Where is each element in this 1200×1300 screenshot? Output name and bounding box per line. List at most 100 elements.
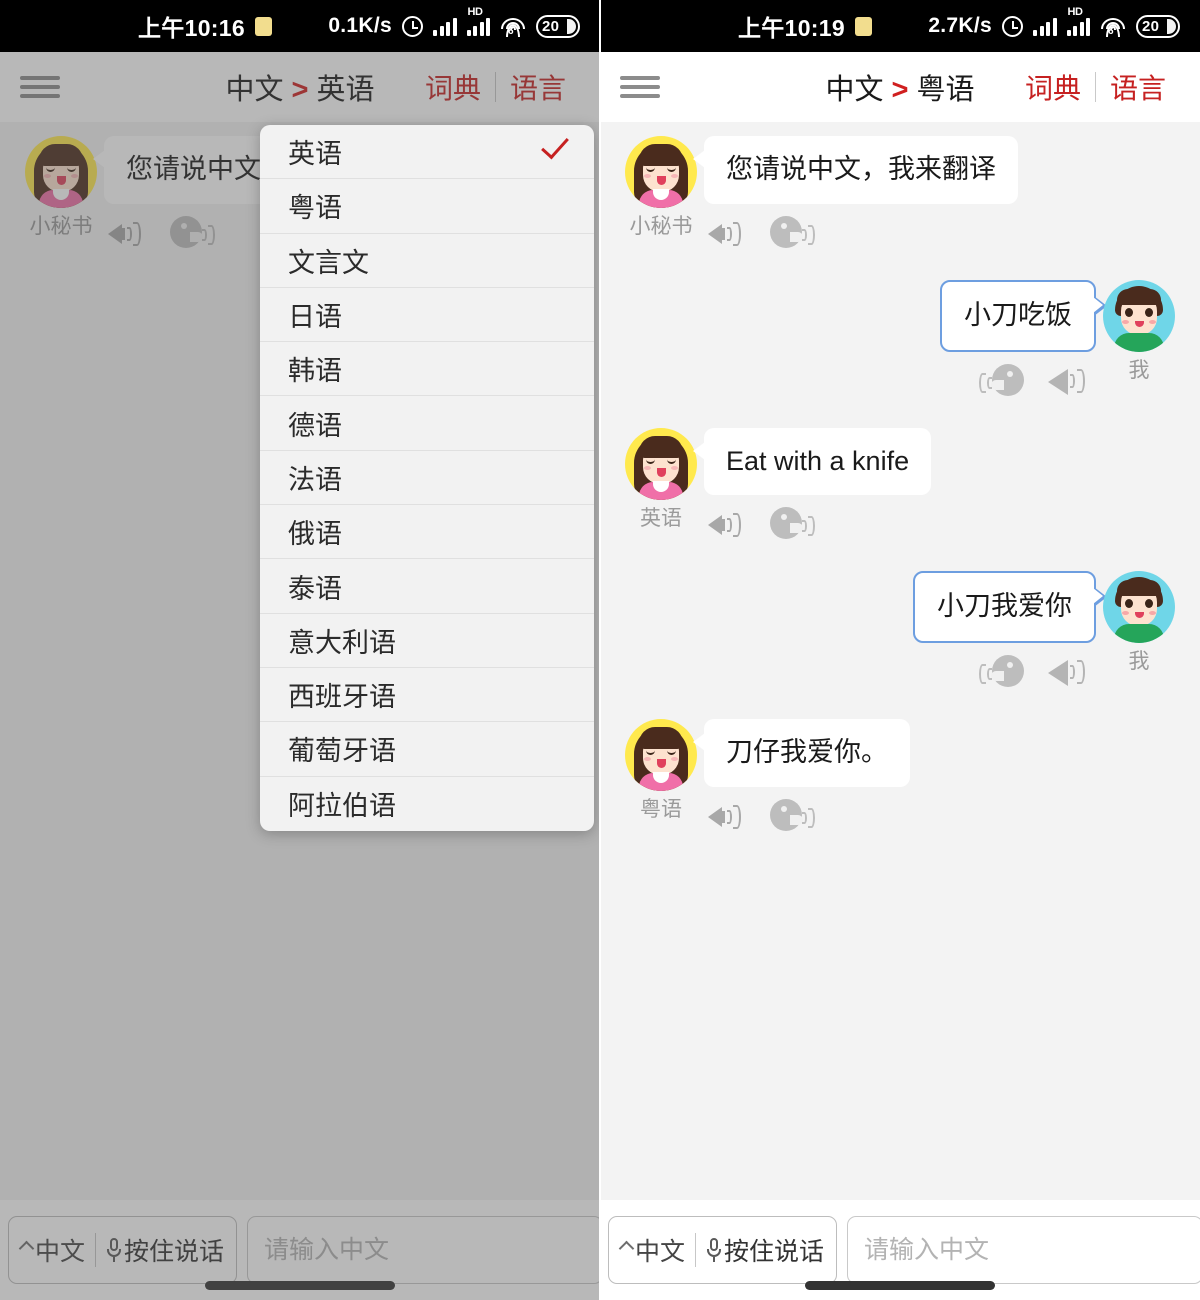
status-left-group: 上午10:16 bbox=[138, 9, 272, 43]
avatar[interactable] bbox=[625, 719, 697, 791]
right-phone-panel: 上午10:19 2.7K/s HD 6 20 中文 > 粤语 词典 语言 小秘书… bbox=[600, 0, 1200, 1300]
avatar[interactable] bbox=[1103, 571, 1175, 644]
battery-icon: 20 bbox=[1136, 14, 1180, 38]
network-speed: 2.7K/s bbox=[928, 14, 992, 37]
message-controls bbox=[704, 505, 931, 545]
dropdown-item[interactable]: 英语 bbox=[260, 125, 594, 180]
alarm-icon bbox=[402, 15, 423, 37]
microphone-icon bbox=[706, 1238, 721, 1262]
dropdown-item[interactable]: 德语 bbox=[260, 396, 594, 451]
chat-message-row: 粤语 刀仔我爱你。 bbox=[618, 719, 1182, 837]
bubble-column: 小刀我爱你 bbox=[913, 571, 1107, 693]
home-indicator bbox=[805, 1281, 995, 1290]
wifi-icon: 6 bbox=[500, 16, 526, 37]
hd-signal-icon: HD bbox=[466, 6, 490, 36]
arrow-icon: > bbox=[891, 74, 909, 106]
dropdown-item-label: 粤语 bbox=[288, 193, 342, 224]
dropdown-item[interactable]: 日语 bbox=[260, 288, 594, 343]
dropdown-item-label: 法语 bbox=[288, 464, 342, 495]
dropdown-item-label: 韩语 bbox=[288, 356, 342, 387]
hd-label: HD bbox=[1067, 6, 1083, 18]
hold-to-talk-button[interactable]: 按住说话 bbox=[706, 1232, 824, 1268]
dropdown-item[interactable]: 文言文 bbox=[260, 234, 594, 288]
message-controls bbox=[704, 214, 1018, 254]
play-audio-icon[interactable] bbox=[1048, 655, 1092, 691]
right-input-bar: 中文 按住说话 翻译 bbox=[600, 1200, 1200, 1300]
message-controls bbox=[972, 653, 1096, 693]
speaker-icon[interactable] bbox=[708, 800, 746, 834]
chevron-up-icon bbox=[618, 1240, 635, 1257]
right-header: 中文 > 粤语 词典 语言 bbox=[600, 52, 1200, 122]
dropdown-item-label: 日语 bbox=[288, 302, 342, 333]
speaker-name: 英语 bbox=[640, 506, 682, 530]
speak-face-icon[interactable] bbox=[768, 507, 818, 543]
dropdown-item[interactable]: 阿拉伯语 bbox=[260, 777, 594, 831]
panel-divider bbox=[599, 0, 601, 1300]
left-status-bar: 上午10:16 0.1K/s HD 6 20 bbox=[0, 0, 600, 52]
message-bubble[interactable]: 小刀我爱你 bbox=[913, 571, 1107, 643]
dropdown-item-label: 意大利语 bbox=[288, 627, 396, 658]
battery-icon: 20 bbox=[536, 14, 580, 38]
speak-face-icon[interactable] bbox=[976, 363, 1026, 400]
status-clock: 上午10:16 bbox=[138, 15, 245, 41]
dictionary-button[interactable]: 词典 bbox=[1011, 67, 1095, 107]
status-right-group: 0.1K/s HD 6 20 bbox=[328, 6, 580, 38]
right-chat-list: 小秘书 您请说中文，我来翻译 小刀吃饭 我 英语 Eat with a knif… bbox=[600, 122, 1200, 1200]
input-language-label: 中文 bbox=[635, 1238, 686, 1266]
dropdown-item[interactable]: 葡萄牙语 bbox=[260, 722, 594, 777]
dropdown-item[interactable]: 粤语 bbox=[260, 179, 594, 234]
speaker-name: 我 bbox=[1128, 358, 1150, 382]
speaker-icon[interactable] bbox=[708, 508, 746, 542]
alarm-icon bbox=[1002, 15, 1023, 37]
dropdown-item[interactable]: 意大利语 bbox=[260, 614, 594, 668]
avatar-column: 我 bbox=[1096, 279, 1182, 402]
message-bubble[interactable]: 小刀吃饭 bbox=[940, 279, 1107, 352]
network-speed: 0.1K/s bbox=[328, 14, 392, 37]
speak-face-icon[interactable] bbox=[768, 215, 818, 252]
message-bubble[interactable]: 您请说中文，我来翻译 bbox=[693, 136, 1018, 204]
avatar[interactable] bbox=[625, 427, 697, 500]
hamburger-icon[interactable] bbox=[620, 73, 660, 101]
input-language-selector[interactable]: 中文 bbox=[618, 1232, 686, 1268]
avatar[interactable] bbox=[1103, 279, 1175, 352]
speak-face-icon[interactable] bbox=[976, 655, 1026, 691]
message-bubble[interactable]: 刀仔我爱你。 bbox=[693, 719, 910, 787]
speak-face-icon[interactable] bbox=[768, 798, 818, 835]
status-clock: 上午10:19 bbox=[738, 15, 845, 41]
dropdown-item-label: 文言文 bbox=[288, 247, 369, 278]
speaker-name: 我 bbox=[1128, 650, 1150, 674]
battery-level: 20 bbox=[542, 17, 560, 35]
dropdown-item[interactable]: 泰语 bbox=[260, 559, 594, 614]
signal-bars-icon bbox=[433, 16, 457, 36]
avatar-column: 我 bbox=[1096, 571, 1182, 693]
dropdown-item[interactable]: 西班牙语 bbox=[260, 668, 594, 723]
bubble-column: Eat with a knife bbox=[692, 427, 932, 546]
speaker-icon[interactable] bbox=[708, 217, 746, 251]
dropdown-item-label: 西班牙语 bbox=[288, 682, 396, 713]
chat-message-row: 小刀吃饭 我 bbox=[618, 279, 1182, 402]
dropdown-item[interactable]: 韩语 bbox=[260, 342, 594, 397]
message-bubble[interactable]: Eat with a knife bbox=[692, 427, 932, 496]
message-controls bbox=[704, 797, 910, 837]
speaker-name: 小秘书 bbox=[629, 215, 693, 238]
avatar[interactable] bbox=[625, 136, 697, 208]
play-audio-icon[interactable] bbox=[1048, 364, 1092, 400]
signal-bars-icon bbox=[1033, 16, 1057, 36]
dropdown-item[interactable]: 俄语 bbox=[260, 505, 594, 560]
status-right-group: 2.7K/s HD 6 20 bbox=[928, 6, 1180, 38]
dropdown-item-label: 葡萄牙语 bbox=[288, 736, 396, 767]
language-button[interactable]: 语言 bbox=[1096, 67, 1180, 107]
dropdown-item-label: 德语 bbox=[288, 410, 342, 441]
hd-label: HD bbox=[467, 6, 483, 18]
text-input[interactable] bbox=[847, 1216, 1200, 1284]
language-dropdown-menu[interactable]: 英语 粤语 文言文 日语 韩语 德语 法语 俄语 泰语 意大利语 西班牙语 葡萄… bbox=[260, 125, 594, 831]
dropdown-item-label: 阿拉伯语 bbox=[288, 791, 396, 822]
avatar-column: 小秘书 bbox=[618, 136, 704, 254]
dropdown-item[interactable]: 法语 bbox=[260, 451, 594, 506]
battery-level: 20 bbox=[1142, 17, 1160, 35]
left-phone-panel: 上午10:16 0.1K/s HD 6 20 中文 > 英语 词典 语言 小秘书… bbox=[0, 0, 600, 1300]
wifi-icon: 6 bbox=[1100, 16, 1126, 37]
bubble-column: 小刀吃饭 bbox=[940, 279, 1107, 402]
dual-screenshot: 上午10:16 0.1K/s HD 6 20 中文 > 英语 词典 语言 小秘书… bbox=[0, 0, 1200, 1300]
voice-input-group[interactable]: 中文 按住说话 bbox=[608, 1216, 838, 1284]
